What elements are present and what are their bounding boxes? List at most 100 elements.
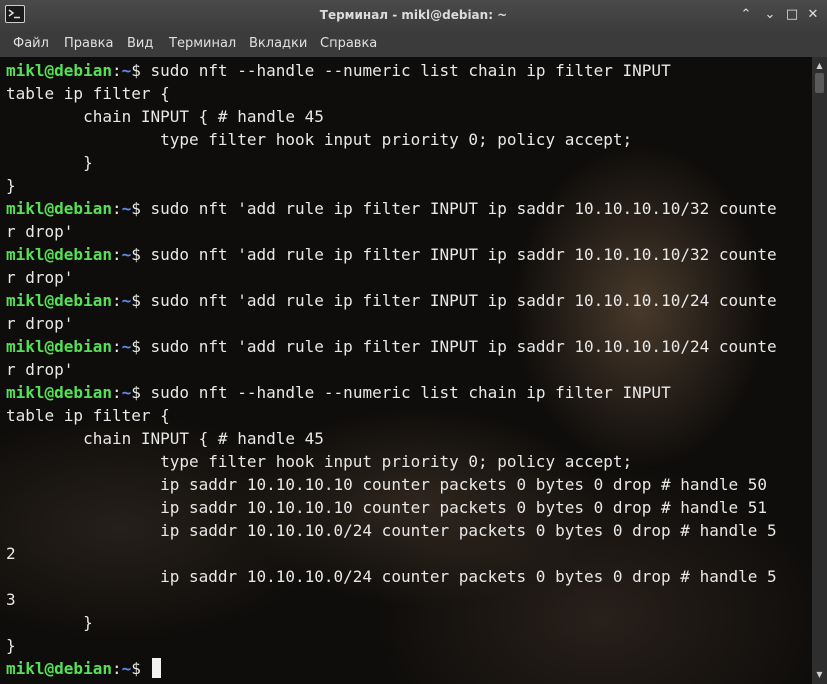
prompt-path: ~ bbox=[121, 337, 132, 356]
output-text: type filter hook input priority 0; polic… bbox=[6, 130, 633, 149]
output-line: type filter hook input priority 0; polic… bbox=[6, 128, 777, 151]
prompt-path: ~ bbox=[121, 383, 132, 402]
prompt-path: ~ bbox=[121, 199, 132, 218]
output-line: } bbox=[6, 151, 777, 174]
prompt-symbol: $ bbox=[131, 245, 141, 264]
output-text: } bbox=[6, 613, 93, 632]
prompt-symbol: $ bbox=[131, 199, 141, 218]
menu-bar: Файл Правка Вид Терминал Вкладки Справка bbox=[0, 31, 827, 57]
command-text: sudo nft 'add rule ip filter INPUT ip sa… bbox=[140, 291, 777, 310]
output-text: 2 bbox=[6, 544, 16, 563]
prompt-user-host: mikl@debian bbox=[6, 61, 112, 80]
output-text: } bbox=[6, 176, 16, 195]
prompt-colon: : bbox=[111, 199, 122, 218]
close-button[interactable]: ✕ bbox=[805, 7, 821, 23]
output-text: r drop' bbox=[6, 360, 74, 379]
output-line: chain INPUT { # handle 45 bbox=[6, 105, 777, 128]
output-text: ip saddr 10.10.10.0/24 counter packets 0… bbox=[6, 567, 777, 586]
minimize-button[interactable]: ⌃ bbox=[738, 7, 754, 23]
prompt-path: ~ bbox=[121, 61, 132, 80]
prompt-user-host: mikl@debian bbox=[6, 659, 112, 678]
prompt-symbol: $ bbox=[131, 291, 141, 310]
prompt-colon: : bbox=[111, 291, 122, 310]
output-line: table ip filter { bbox=[6, 82, 777, 105]
prompt-colon: : bbox=[111, 337, 122, 356]
arrow-up-icon[interactable]: ▲ bbox=[812, 59, 827, 73]
prompt-colon: : bbox=[111, 659, 122, 678]
vertical-scrollbar[interactable]: ▲ ▼ bbox=[812, 57, 827, 684]
output-text: } bbox=[6, 153, 93, 172]
output-line: chain INPUT { # handle 45 bbox=[6, 427, 777, 450]
prompt-line: mikl@debian:~$ sudo nft 'add rule ip fil… bbox=[6, 243, 777, 266]
prompt-user-host: mikl@debian bbox=[6, 199, 112, 218]
menu-help[interactable]: Справка bbox=[320, 31, 377, 57]
prompt-line: mikl@debian:~$ sudo nft --handle --numer… bbox=[6, 59, 777, 82]
menu-tabs[interactable]: Вкладки bbox=[249, 31, 307, 57]
prompt-path: ~ bbox=[121, 659, 132, 678]
output-text: r drop' bbox=[6, 222, 74, 241]
prompt-line: mikl@debian:~$ sudo nft 'add rule ip fil… bbox=[6, 197, 777, 220]
prompt-line: mikl@debian:~$ sudo nft --handle --numer… bbox=[6, 381, 777, 404]
terminal-output: mikl@debian:~$ sudo nft --handle --numer… bbox=[6, 59, 777, 680]
output-line: r drop' bbox=[6, 358, 777, 381]
output-text: ip saddr 10.10.10.10 counter packets 0 b… bbox=[6, 475, 767, 494]
output-text: ip saddr 10.10.10.0/24 counter packets 0… bbox=[6, 521, 777, 540]
prompt-line: mikl@debian:~$ bbox=[6, 657, 777, 680]
prompt-symbol: $ bbox=[131, 659, 141, 678]
output-line: } bbox=[6, 611, 777, 634]
output-line: type filter hook input priority 0; polic… bbox=[6, 450, 777, 473]
menu-edit[interactable]: Правка bbox=[64, 31, 113, 57]
prompt-path: ~ bbox=[121, 291, 132, 310]
prompt-symbol: $ bbox=[131, 383, 141, 402]
prompt-colon: : bbox=[111, 61, 122, 80]
menu-terminal[interactable]: Терминал bbox=[169, 31, 236, 57]
output-line: 2 bbox=[6, 542, 777, 565]
output-line: r drop' bbox=[6, 266, 777, 289]
maximize-button[interactable]: □ bbox=[784, 7, 800, 23]
prompt-user-host: mikl@debian bbox=[6, 245, 112, 264]
prompt-symbol: $ bbox=[131, 61, 141, 80]
output-text: table ip filter { bbox=[6, 84, 170, 103]
output-line: 3 bbox=[6, 588, 777, 611]
output-line: ip saddr 10.10.10.10 counter packets 0 b… bbox=[6, 496, 777, 519]
output-line: r drop' bbox=[6, 220, 777, 243]
output-text: } bbox=[6, 636, 16, 655]
arrow-down-icon[interactable]: ▼ bbox=[812, 668, 827, 682]
output-text: ip saddr 10.10.10.10 counter packets 0 b… bbox=[6, 498, 767, 517]
output-line: r drop' bbox=[6, 312, 777, 335]
command-text bbox=[141, 659, 151, 678]
output-text: chain INPUT { # handle 45 bbox=[6, 429, 324, 448]
output-text: chain INPUT { # handle 45 bbox=[6, 107, 324, 126]
prompt-path: ~ bbox=[121, 245, 132, 264]
output-line: ip saddr 10.10.10.10 counter packets 0 b… bbox=[6, 473, 777, 496]
command-text: sudo nft --handle --numeric list chain i… bbox=[140, 383, 671, 402]
output-line: ip saddr 10.10.10.0/24 counter packets 0… bbox=[6, 565, 777, 588]
window-title: Терминал - mikl@debian: ~ bbox=[319, 8, 508, 22]
restore-button[interactable]: ⌄ bbox=[762, 7, 778, 23]
output-text: 3 bbox=[6, 590, 16, 609]
output-text: type filter hook input priority 0; polic… bbox=[6, 452, 633, 471]
output-line: } bbox=[6, 174, 777, 197]
prompt-line: mikl@debian:~$ sudo nft 'add rule ip fil… bbox=[6, 289, 777, 312]
title-bar[interactable]: Терминал - mikl@debian: ~ ⌃ ⌄ □ ✕ bbox=[0, 0, 827, 31]
prompt-symbol: $ bbox=[131, 337, 141, 356]
prompt-user-host: mikl@debian bbox=[6, 337, 112, 356]
prompt-line: mikl@debian:~$ sudo nft 'add rule ip fil… bbox=[6, 335, 777, 358]
command-text: sudo nft 'add rule ip filter INPUT ip sa… bbox=[140, 199, 777, 218]
scroll-thumb[interactable] bbox=[815, 73, 824, 93]
text-cursor bbox=[151, 658, 161, 678]
terminal-window: Терминал - mikl@debian: ~ ⌃ ⌄ □ ✕ Файл П… bbox=[0, 0, 827, 684]
terminal-area[interactable]: mikl@debian:~$ sudo nft --handle --numer… bbox=[0, 57, 812, 684]
output-line: ip saddr 10.10.10.0/24 counter packets 0… bbox=[6, 519, 777, 542]
prompt-colon: : bbox=[111, 245, 122, 264]
command-text: sudo nft --handle --numeric list chain i… bbox=[140, 61, 671, 80]
menu-file[interactable]: Файл bbox=[13, 31, 49, 57]
menu-view[interactable]: Вид bbox=[127, 31, 153, 57]
prompt-user-host: mikl@debian bbox=[6, 291, 112, 310]
command-text: sudo nft 'add rule ip filter INPUT ip sa… bbox=[140, 245, 777, 264]
output-text: r drop' bbox=[6, 268, 74, 287]
prompt-colon: : bbox=[111, 383, 122, 402]
output-text: r drop' bbox=[6, 314, 74, 333]
output-text: table ip filter { bbox=[6, 406, 170, 425]
command-text: sudo nft 'add rule ip filter INPUT ip sa… bbox=[140, 337, 777, 356]
